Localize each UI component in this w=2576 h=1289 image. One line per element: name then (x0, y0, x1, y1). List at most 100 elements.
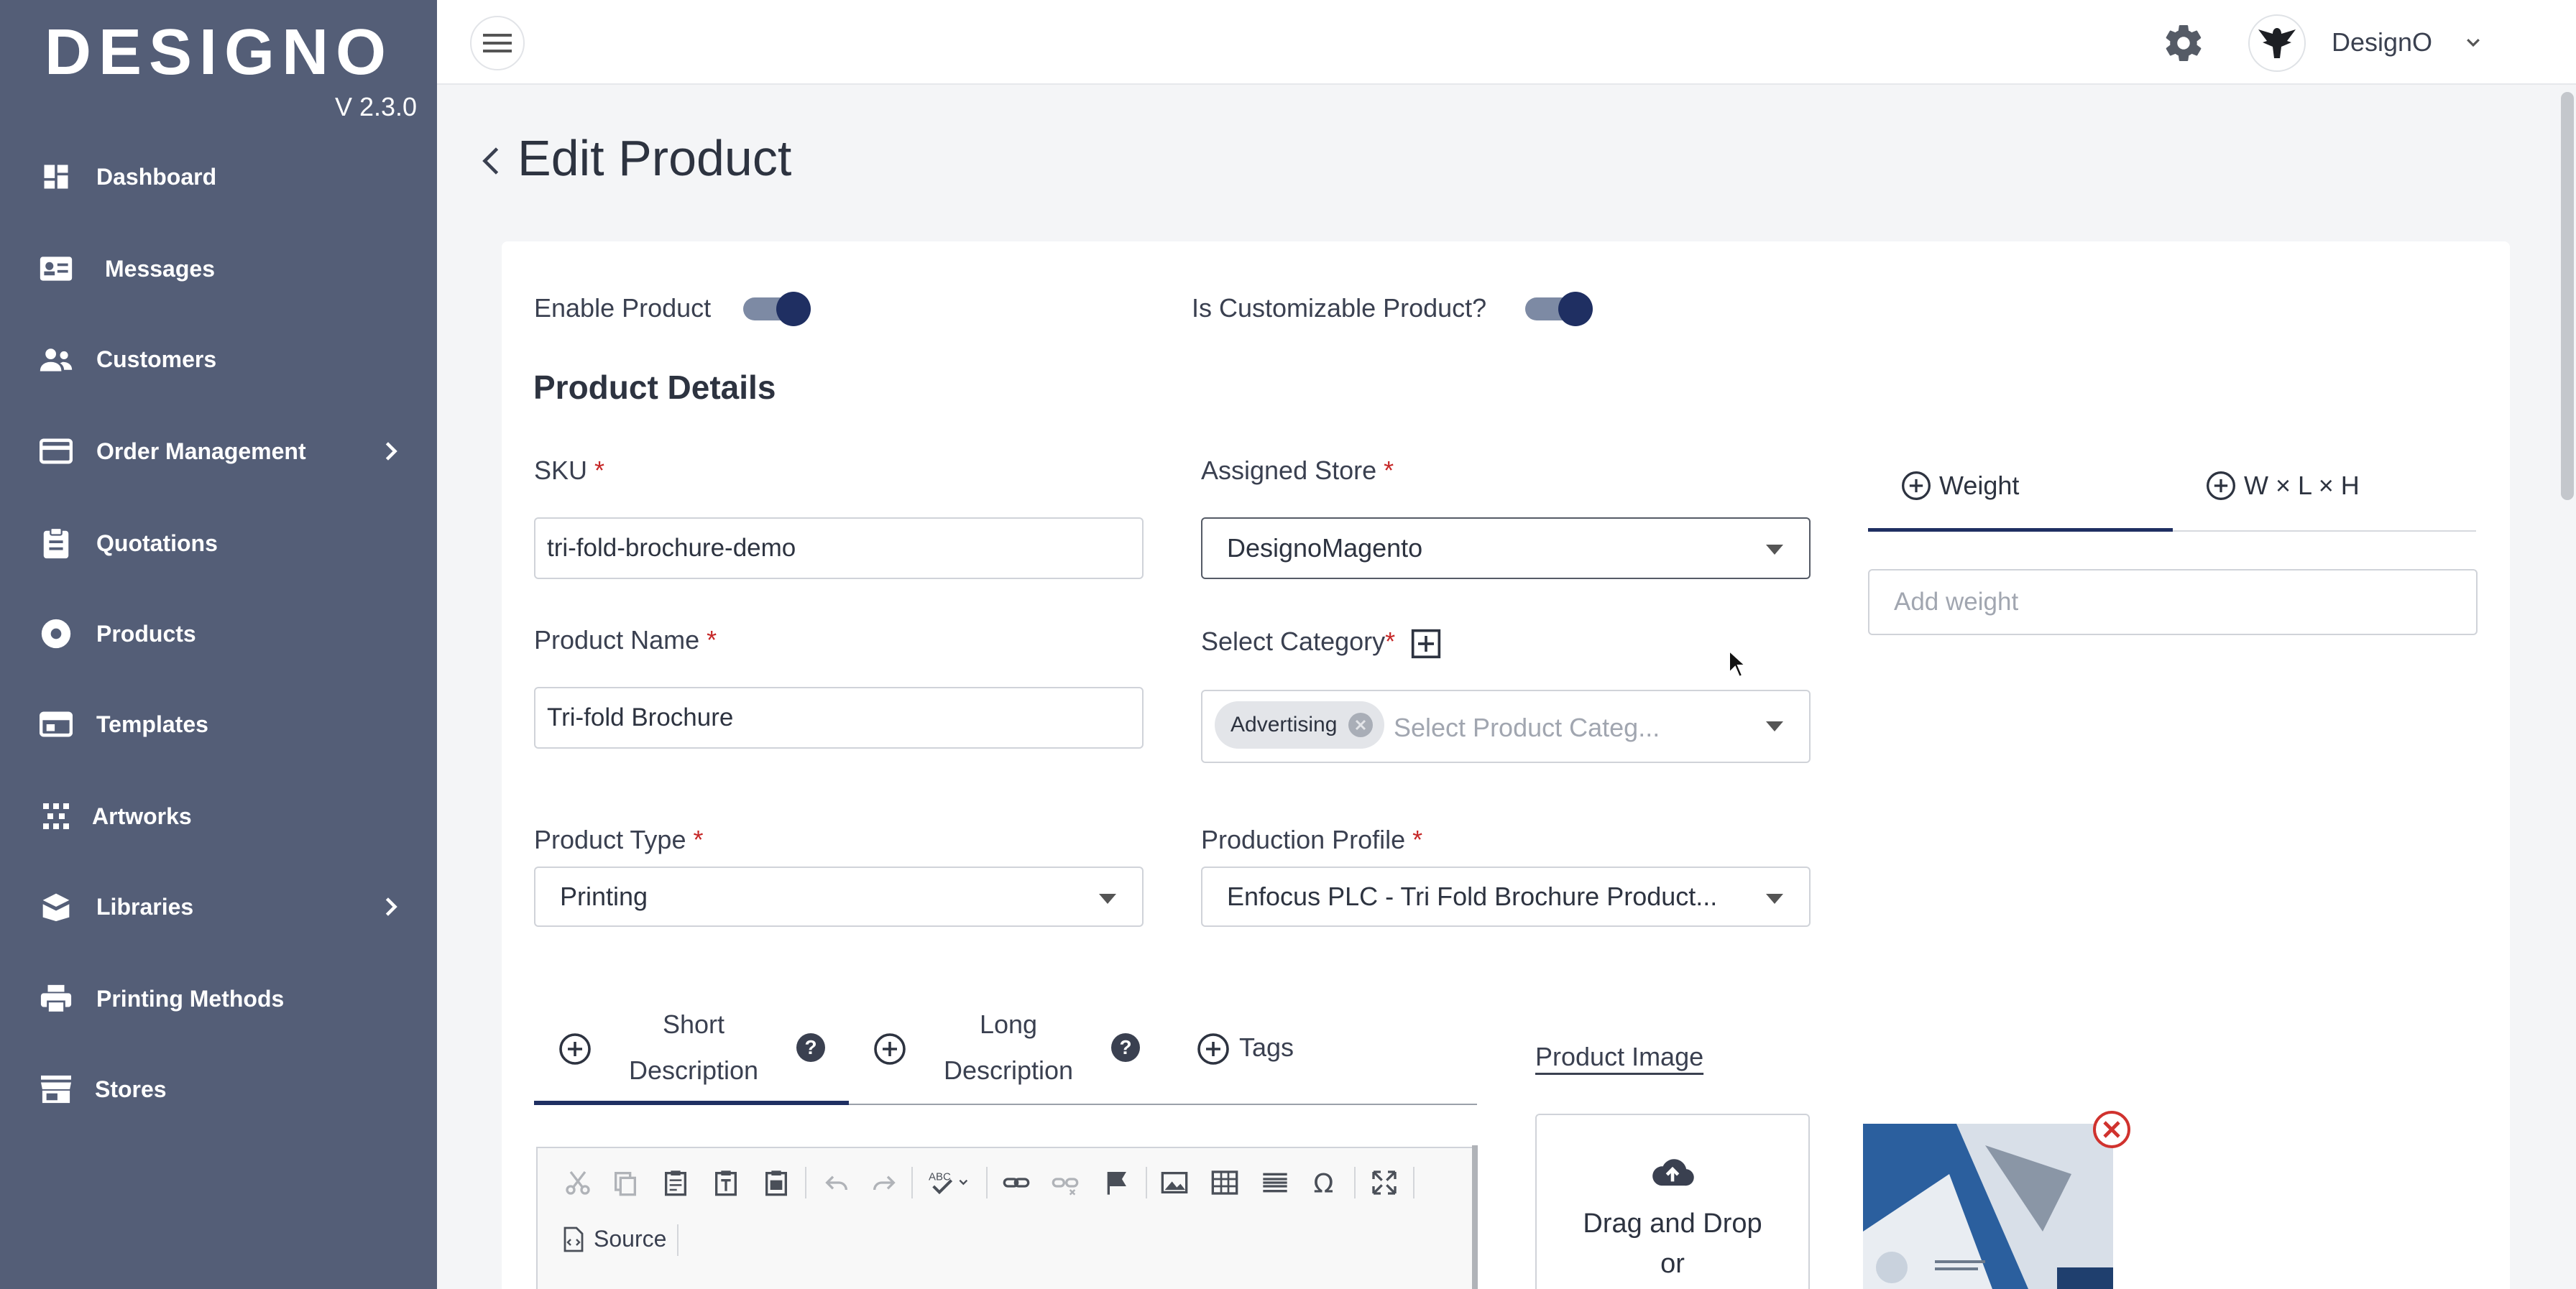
help-icon[interactable]: ? (1111, 1033, 1140, 1062)
copy-icon[interactable] (611, 1168, 640, 1197)
user-name[interactable]: DesignO (2332, 27, 2432, 57)
maximize-icon[interactable] (1370, 1168, 1399, 1197)
dropdown-caret-icon (1099, 894, 1116, 904)
sidebar-item-printing-methods[interactable]: Printing Methods (0, 963, 437, 1035)
sidebar-item-label: Products (96, 620, 196, 647)
image-icon[interactable] (1160, 1168, 1189, 1197)
sidebar-item-products[interactable]: Products (0, 598, 437, 670)
product-name-input[interactable]: Tri-fold Brochure (534, 687, 1144, 749)
sidebar-item-artworks[interactable]: Artworks (0, 780, 437, 852)
customizable-product-toggle[interactable] (1525, 292, 1593, 326)
sidebar-item-dashboard[interactable]: Dashboard (0, 141, 437, 213)
sku-input[interactable]: tri-fold-brochure-demo (534, 517, 1144, 579)
sidebar-item-quotations[interactable]: Quotations (0, 507, 437, 579)
product-type-select[interactable]: Printing (534, 867, 1144, 927)
source-icon (564, 1226, 584, 1252)
product-image-thumbnail[interactable] (1863, 1124, 2113, 1289)
table-icon[interactable] (1210, 1168, 1239, 1197)
scrollbar-thumb[interactable] (2561, 92, 2574, 500)
section-title: Product Details (533, 369, 776, 406)
paste-icon[interactable] (661, 1168, 690, 1197)
tab-dimensions[interactable]: W × L × H (2205, 470, 2360, 502)
brand-logo[interactable]: DESIGNO (45, 16, 393, 90)
chevron-down-icon[interactable] (2464, 33, 2483, 52)
enable-product-toggle[interactable] (743, 292, 811, 326)
remove-image-icon[interactable] (2092, 1109, 2132, 1150)
toolbar-separator (677, 1224, 678, 1256)
hamburger-icon (483, 34, 512, 52)
sidebar-item-label: Order Management (96, 438, 306, 464)
svg-text:Ω: Ω (1313, 1168, 1333, 1197)
dropdown-caret-icon (1766, 545, 1783, 555)
plus-circle-icon[interactable] (558, 1032, 592, 1066)
sidebar-item-messages[interactable]: Messages (0, 233, 437, 305)
paste-word-icon[interactable] (762, 1168, 791, 1197)
horizontal-line-icon[interactable] (1261, 1168, 1289, 1197)
paste-text-icon[interactable] (712, 1168, 740, 1197)
category-chip[interactable]: Advertising (1215, 701, 1384, 749)
store-icon (39, 1072, 73, 1106)
desc-tab-active-indicator (534, 1101, 849, 1105)
customers-icon (39, 342, 73, 376)
chip-remove-icon[interactable] (1348, 713, 1373, 737)
tab-short-description[interactable]: Short Description (611, 1002, 776, 1094)
sidebar-item-templates[interactable]: Templates (0, 688, 437, 760)
weight-input[interactable]: Add weight (1868, 569, 2478, 635)
sidebar-item-label: Libraries (96, 893, 194, 920)
sidebar-item-customers[interactable]: Customers (0, 323, 437, 395)
customizable-product-label: Is Customizable Product? (1192, 293, 1487, 323)
menu-toggle-button[interactable] (470, 16, 525, 70)
enable-product-label: Enable Product (534, 293, 712, 323)
top-bar: DesignO (437, 0, 2576, 85)
app-version: V 2.3.0 (335, 92, 418, 121)
sidebar-item-order-management[interactable]: Order Management (0, 415, 437, 487)
plus-circle-icon[interactable] (873, 1032, 907, 1066)
plus-circle-icon (2207, 471, 2235, 500)
redo-icon[interactable] (870, 1168, 898, 1197)
page-title: Edit Product (518, 130, 792, 186)
anchor-flag-icon[interactable] (1103, 1168, 1131, 1197)
sidebar: DESIGNO V 2.3.0 Dashboard Messages Custo… (0, 0, 437, 1289)
product-name-label: Product Name * (534, 625, 717, 655)
products-icon (39, 616, 73, 651)
spellcheck-icon[interactable]: ABC (929, 1168, 972, 1197)
link-icon[interactable] (1002, 1168, 1031, 1197)
production-profile-select[interactable]: Enfocus PLC - Tri Fold Brochure Product.… (1201, 867, 1811, 927)
source-button[interactable]: Source (562, 1226, 666, 1252)
brochure-preview-image (1863, 1124, 2113, 1289)
cut-icon[interactable] (564, 1168, 592, 1197)
category-placeholder: Select Product Categ... (1394, 713, 1660, 742)
toolbar-separator (1354, 1167, 1356, 1198)
gear-icon[interactable] (2162, 22, 2205, 65)
sku-label: SKU * (534, 456, 605, 485)
plus-circle-icon (1902, 471, 1931, 500)
back-chevron-icon[interactable] (480, 147, 502, 175)
tab-long-description[interactable]: Long Description (926, 1002, 1091, 1094)
undo-icon[interactable] (822, 1168, 851, 1197)
product-form-card (502, 241, 2510, 1289)
help-icon[interactable]: ? (796, 1033, 825, 1062)
tab-tags[interactable]: Tags (1239, 1025, 1311, 1071)
svg-text:ABC: ABC (929, 1171, 951, 1183)
special-char-icon[interactable]: Ω (1311, 1168, 1340, 1197)
printer-icon (39, 981, 73, 1016)
artworks-icon (39, 799, 73, 833)
editor-scrollbar[interactable] (1472, 1145, 1478, 1289)
plus-circle-icon[interactable] (1196, 1032, 1230, 1066)
eagle-logo-icon (2258, 28, 2296, 58)
avatar[interactable] (2248, 14, 2306, 72)
tab-weight[interactable]: Weight (1900, 470, 2019, 502)
assigned-store-select[interactable]: DesignoMagento (1201, 517, 1811, 579)
sidebar-item-stores[interactable]: Stores (0, 1053, 437, 1125)
toolbar-separator (1413, 1167, 1414, 1198)
product-image-title: Product Image (1535, 1042, 1704, 1071)
messages-icon (39, 251, 73, 286)
sidebar-item-libraries[interactable]: Libraries (0, 871, 437, 943)
add-category-icon[interactable] (1410, 628, 1442, 660)
sidebar-item-label: Dashboard (96, 163, 217, 190)
image-dropzone[interactable]: Drag and Drop or (1535, 1114, 1810, 1289)
tab-active-indicator (1868, 528, 2173, 532)
cloud-upload-icon (1652, 1159, 1694, 1186)
unlink-icon[interactable] (1051, 1168, 1080, 1197)
sidebar-item-label: Messages (105, 255, 215, 282)
